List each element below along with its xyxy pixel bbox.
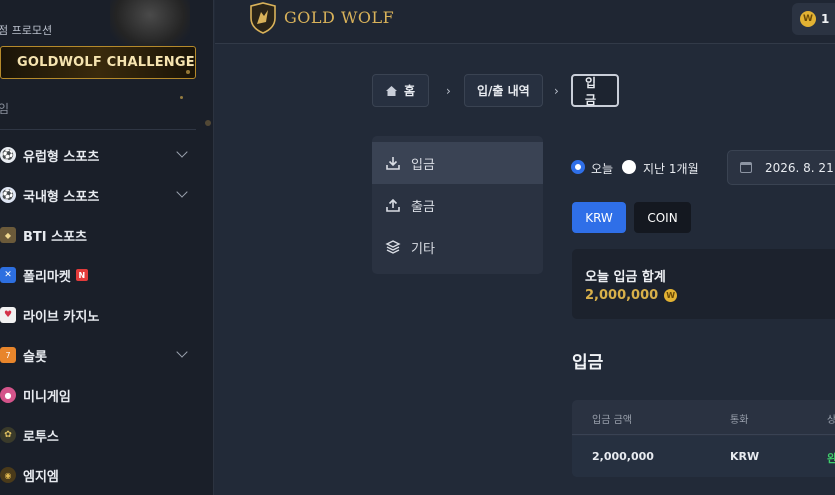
- sidebar-item-minigame[interactable]: ● 미니게임: [0, 381, 200, 409]
- soccer-ball-icon: ⚽: [0, 187, 16, 203]
- bti-shield-icon: ◆: [0, 227, 16, 243]
- wallet-value: 1: [821, 12, 830, 26]
- currency-krw-button[interactable]: KRW: [572, 202, 626, 233]
- sidebar-item-mgm[interactable]: ◉ 엠지엠: [0, 461, 200, 489]
- coin-icon: W: [664, 289, 678, 302]
- challenge-banner[interactable]: GOLDWOLF CHALLENGE: [0, 46, 196, 79]
- section-title: 입금: [572, 353, 604, 373]
- chevron-down-icon: [176, 346, 188, 358]
- logo-text: GOLD WOLF: [284, 8, 395, 27]
- sparkle-decoration: [205, 120, 211, 126]
- summary-title: 오늘 입금 합계: [585, 270, 666, 285]
- radio-last-month-label: 지난 1개월: [643, 162, 699, 176]
- sidebar: 점 프로모션 GOLDWOLF CHALLENGE 임 ⚽ 유럽형 스포츠 ⚽ …: [0, 0, 214, 495]
- download-icon: [386, 157, 400, 170]
- sidebar-item-domestic-sports[interactable]: ⚽ 국내형 스포츠: [0, 181, 200, 209]
- submenu-withdraw[interactable]: 출금: [372, 184, 543, 226]
- new-badge: N: [75, 269, 88, 281]
- sparkle-decoration: [186, 70, 190, 74]
- wolf-logo-icon[interactable]: [248, 2, 278, 34]
- breadcrumb-history-label: 입/출 내역: [477, 84, 530, 98]
- sidebar-item-label: 유럽형 스포츠: [23, 149, 100, 165]
- date-value: 2026. 8. 21.: [765, 160, 835, 175]
- breadcrumb-separator-icon: ›: [554, 84, 559, 98]
- coin-icon: W: [800, 11, 816, 27]
- chevron-down-icon: [176, 146, 188, 158]
- sidebar-item-european-sports[interactable]: ⚽ 유럽형 스포츠: [0, 141, 200, 169]
- submenu-label: 출금: [411, 199, 435, 215]
- sidebar-item-label: 슬롯: [23, 349, 47, 365]
- wolf-banner-image: [110, 0, 190, 50]
- table-header: 입금 금액 통화 상: [572, 400, 835, 435]
- sparkle-decoration: [180, 96, 183, 99]
- table-row[interactable]: 2,000,000 KRW 완: [572, 436, 835, 477]
- table-cell-currency: KRW: [730, 450, 760, 463]
- slot-machine-icon: 7: [0, 347, 16, 363]
- breadcrumb-separator-icon: ›: [446, 84, 451, 98]
- sidebar-item-label: 미니게임: [23, 389, 71, 405]
- sidebar-item-label: 엠지엠: [23, 469, 59, 485]
- upload-icon: [386, 198, 400, 212]
- challenge-label: GOLDWOLF CHALLENGE: [17, 55, 195, 70]
- submenu-label: 기타: [411, 241, 435, 257]
- home-icon: [386, 85, 397, 96]
- lotus-icon: ✿: [0, 427, 16, 443]
- layers-icon: [385, 240, 401, 254]
- chevron-down-icon: [176, 186, 188, 198]
- column-header: 상: [827, 415, 835, 426]
- breadcrumb-home-label: 홈: [404, 84, 416, 98]
- soccer-ball-icon: ⚽: [0, 147, 16, 163]
- section-label: 임: [0, 100, 9, 117]
- deposit-table: 입금 금액 통화 상 2,000,000 KRW 완: [572, 400, 835, 477]
- sidebar-item-label: 로투스: [23, 429, 59, 445]
- mgm-icon: ◉: [0, 467, 16, 483]
- radio-today[interactable]: [571, 160, 585, 174]
- playing-cards-icon: ♥: [0, 307, 16, 323]
- sidebar-item-label: 라이브 카지노: [23, 309, 100, 325]
- promo-label: 점 프로모션: [0, 24, 53, 37]
- submenu-other[interactable]: 기타: [372, 226, 543, 268]
- currency-coin-button[interactable]: COIN: [634, 202, 691, 233]
- submenu-label: 입금: [411, 157, 435, 173]
- polymarket-icon: ✕: [0, 267, 16, 283]
- radio-today-label: 오늘: [591, 162, 614, 176]
- top-header: GOLD WOLF W 1: [215, 0, 835, 44]
- calendar-icon: [740, 162, 752, 173]
- table-cell-status: 완: [827, 452, 835, 465]
- sidebar-item-label: 국내형 스포츠: [23, 189, 100, 205]
- submenu-deposit[interactable]: 입금: [372, 142, 543, 184]
- sidebar-item-bti-sports[interactable]: ◆ BTI 스포츠: [0, 221, 200, 249]
- wallet-balance[interactable]: W 1: [792, 3, 835, 35]
- transaction-submenu: 입금 출금 기타: [372, 136, 543, 274]
- breadcrumb-current[interactable]: 입금: [571, 74, 619, 107]
- minigame-icon: ●: [0, 387, 16, 403]
- summary-amount: 2,000,000 W: [585, 288, 678, 303]
- breadcrumb-home[interactable]: 홈: [372, 74, 429, 107]
- deposit-summary-card: 오늘 입금 합계 2,000,000 W: [572, 249, 835, 319]
- column-header: 입금 금액: [592, 415, 632, 426]
- date-picker[interactable]: 2026. 8. 21.: [727, 150, 835, 185]
- column-header: 통화: [730, 415, 749, 426]
- table-cell-amount: 2,000,000: [592, 450, 654, 463]
- sidebar-item-label: 폴리마켓: [23, 269, 71, 285]
- sidebar-item-label: BTI 스포츠: [23, 229, 88, 245]
- sidebar-item-lotus[interactable]: ✿ 로투스: [0, 421, 200, 449]
- breadcrumb-current-label: 입금: [585, 75, 597, 107]
- sidebar-item-polymarket[interactable]: ✕ 폴리마켓 N: [0, 261, 200, 289]
- sidebar-item-live-casino[interactable]: ♥ 라이브 카지노: [0, 301, 200, 329]
- radio-last-month[interactable]: [622, 160, 636, 174]
- breadcrumb-history[interactable]: 입/출 내역: [464, 74, 543, 107]
- summary-amount-value: 2,000,000: [585, 288, 659, 303]
- section-divider: [0, 129, 196, 130]
- sidebar-item-slot[interactable]: 7 슬롯: [0, 341, 200, 369]
